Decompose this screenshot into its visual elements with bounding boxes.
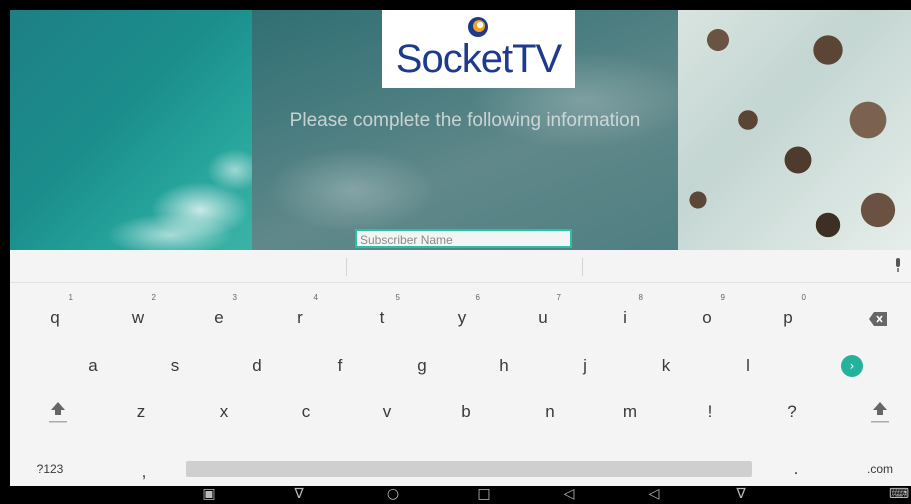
dotcom-key[interactable]: .com xyxy=(860,450,900,488)
back-icon[interactable]: ∇ xyxy=(730,486,752,504)
volume-up-icon[interactable]: ◁ xyxy=(643,486,665,504)
form-prompt: Please complete the following informatio… xyxy=(289,110,641,131)
key-label: t xyxy=(379,308,385,327)
key-hint: 8 xyxy=(638,293,643,302)
key-v[interactable]: v xyxy=(367,393,407,431)
logo-emblem-icon xyxy=(468,17,488,37)
period-key[interactable]: . xyxy=(776,450,816,488)
key-label: w xyxy=(131,308,145,327)
volume-down-nav-icon[interactable]: ∇ xyxy=(288,486,310,504)
key-label: o xyxy=(702,308,712,327)
key-f[interactable]: f xyxy=(320,347,360,385)
key-d[interactable]: d xyxy=(237,347,277,385)
subscriber-name-input[interactable]: Subscriber Name xyxy=(355,229,572,248)
mic-icon[interactable] xyxy=(893,258,903,274)
key-hint: 5 xyxy=(395,293,400,302)
key-n[interactable]: n xyxy=(530,393,570,431)
key-l[interactable]: l xyxy=(728,347,768,385)
key-hint: 2 xyxy=(151,293,156,302)
key-q[interactable]: q1 xyxy=(35,293,75,337)
key-i[interactable]: i8 xyxy=(605,293,645,337)
key-label: e xyxy=(214,308,224,327)
key-u[interactable]: u7 xyxy=(523,293,563,337)
screenshot-icon[interactable]: ▣ xyxy=(198,486,220,504)
backspace-key[interactable] xyxy=(858,299,898,337)
key-label: p xyxy=(783,308,793,327)
key-c[interactable]: c xyxy=(286,393,326,431)
suggestion-divider xyxy=(346,258,347,276)
key-x[interactable]: x xyxy=(204,393,244,431)
key-j[interactable]: j xyxy=(565,347,605,385)
shift-icon xyxy=(871,401,889,423)
suggestion-divider xyxy=(582,258,583,276)
socket-tv-logo: SocketTV xyxy=(382,10,575,88)
shift-icon xyxy=(49,401,67,423)
key-hint: 4 xyxy=(313,293,318,302)
key-hint: 7 xyxy=(556,293,561,302)
logo-wordmark: SocketTV xyxy=(395,37,562,82)
key-exclamation[interactable]: ! xyxy=(690,393,730,431)
key-o[interactable]: o9 xyxy=(687,293,727,337)
key-g[interactable]: g xyxy=(402,347,442,385)
key-a[interactable]: a xyxy=(73,347,113,385)
key-r[interactable]: r4 xyxy=(280,293,320,337)
key-w[interactable]: w2 xyxy=(118,293,158,337)
key-m[interactable]: m xyxy=(610,393,650,431)
background-scenery: SocketTV Please complete the following i… xyxy=(10,10,911,250)
key-b[interactable]: b xyxy=(446,393,486,431)
key-h[interactable]: h xyxy=(484,347,524,385)
app-screen: SocketTV Please complete the following i… xyxy=(10,10,911,504)
key-label: y xyxy=(457,308,467,327)
key-label: r xyxy=(297,308,303,327)
key-question[interactable]: ? xyxy=(772,393,812,431)
suggestion-strip xyxy=(10,250,911,283)
go-icon[interactable]: › xyxy=(841,355,863,377)
recents-icon[interactable]: □ xyxy=(473,486,495,504)
volume-down-icon[interactable]: ◁ xyxy=(558,486,580,504)
key-k[interactable]: k xyxy=(646,347,686,385)
key-label: i xyxy=(623,308,627,327)
keyboard-switch-icon[interactable]: ⌨ xyxy=(888,486,910,504)
background-left-ocean xyxy=(10,10,252,250)
shift-key-left[interactable] xyxy=(38,393,78,431)
key-hint: 0 xyxy=(801,293,806,302)
key-z[interactable]: z xyxy=(121,393,161,431)
key-label: u xyxy=(538,308,548,327)
logo-word-tv: TV xyxy=(512,37,562,81)
key-t[interactable]: t5 xyxy=(362,293,402,337)
key-hint: 1 xyxy=(68,293,73,302)
key-hint: 3 xyxy=(232,293,237,302)
key-label: q xyxy=(50,308,60,327)
logo-word-socket: Socket xyxy=(395,37,513,81)
system-navigation-bar: ▣ ∇ ○ □ ◁ ◁ ∇ ⌨ xyxy=(10,486,911,504)
key-p[interactable]: p0 xyxy=(768,293,808,337)
key-s[interactable]: s xyxy=(155,347,195,385)
background-right-rocks xyxy=(678,10,911,250)
symbols-key[interactable]: ?123 xyxy=(30,450,70,488)
backspace-icon xyxy=(869,311,887,326)
home-icon[interactable]: ○ xyxy=(382,486,404,504)
key-hint: 9 xyxy=(720,293,725,302)
key-hint: 6 xyxy=(475,293,480,302)
shift-key-right[interactable] xyxy=(860,393,900,431)
space-bar[interactable] xyxy=(186,461,752,477)
on-screen-keyboard: q1 w2 e3 r4 t5 y6 u7 i8 o9 p0 a s d f g … xyxy=(10,250,911,486)
key-e[interactable]: e3 xyxy=(199,293,239,337)
key-y[interactable]: y6 xyxy=(442,293,482,337)
